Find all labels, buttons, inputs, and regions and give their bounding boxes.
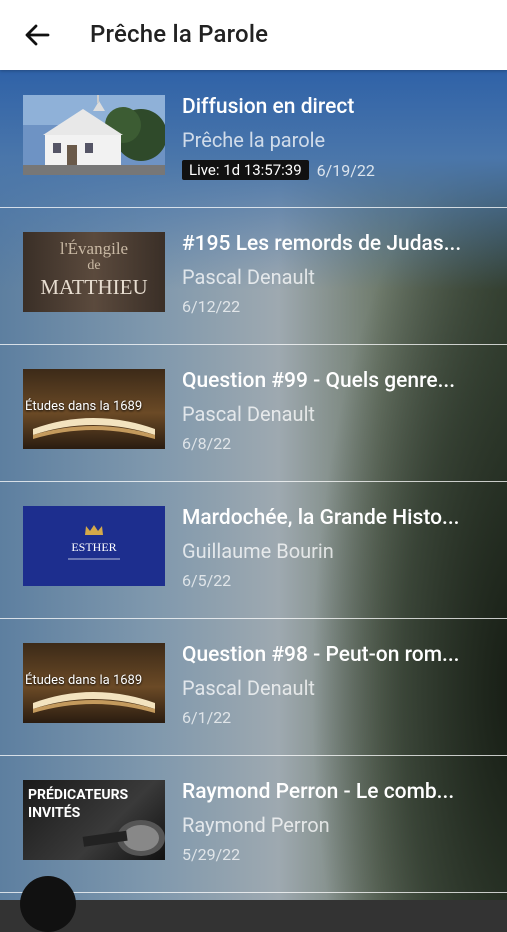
item-date: 6/8/22 (182, 434, 232, 453)
item-date: 6/12/22 (182, 297, 241, 316)
list-item[interactable]: Études dans la 1689 Question #98 - Peut-… (0, 619, 507, 756)
thumb-text: Études dans la 1689 (25, 673, 143, 688)
item-subtitle: Pascal Denault (182, 676, 315, 700)
back-button[interactable] (22, 20, 52, 50)
item-subtitle: Pascal Denault (182, 402, 315, 426)
thumbnail-matthieu: l'Évangile de MATTHIEU (23, 232, 165, 312)
item-title: Question #98 - Peut-on rom... (182, 643, 460, 667)
item-meta: Live: 1d 13:57:39 6/19/22 (182, 160, 375, 180)
thumb-text: l'Évangile (59, 239, 129, 258)
item-subtitle: Prêche la parole (182, 128, 326, 152)
item-title: #195 Les remords de Judas... (182, 232, 462, 256)
thumb-text: Études dans la 1689 (25, 399, 143, 414)
thumbnail-church (23, 95, 165, 175)
item-subtitle: Guillaume Bourin (182, 539, 334, 563)
item-subtitle: Pascal Denault (182, 265, 315, 289)
item-title: Raymond Perron - Le comb... (182, 780, 455, 804)
item-title: Mardochée, la Grande Histo... (182, 506, 460, 530)
list-item[interactable]: PRÉDICATEURS INVITÉS Raymond Perron - Le… (0, 756, 507, 893)
item-date: 6/1/22 (182, 708, 232, 727)
list-item[interactable]: Diffusion en direct Prêche la parole Liv… (0, 71, 507, 208)
thumb-text: INVITÉS (28, 805, 81, 821)
thumb-subline (68, 558, 120, 560)
list-item[interactable]: Études dans la 1689 Question #99 - Quels… (0, 345, 507, 482)
thumb-text: MATTHIEU (40, 275, 148, 299)
app-header: Prêche la Parole (0, 0, 507, 70)
sermon-list: Diffusion en direct Prêche la parole Liv… (0, 71, 507, 893)
thumb-text: PRÉDICATEURS (28, 787, 129, 803)
thumbnail-bible: Études dans la 1689 (23, 643, 165, 723)
live-badge: Live: 1d 13:57:39 (182, 160, 309, 180)
item-date: 5/29/22 (182, 845, 241, 864)
item-title: Diffusion en direct (182, 95, 355, 119)
list-item[interactable]: ESTHER Mardochée, la Grande Histo... Gui… (0, 482, 507, 619)
list-item[interactable]: l'Évangile de MATTHIEU #195 Les remords … (0, 208, 507, 345)
item-date: 6/5/22 (182, 571, 232, 590)
item-title: Question #99 - Quels genre... (182, 369, 456, 393)
page-title: Prêche la Parole (90, 20, 269, 48)
floating-action-button[interactable] (20, 876, 76, 932)
thumb-text: de (87, 258, 101, 273)
thumbnail-esther: ESTHER (23, 506, 165, 586)
arrow-left-icon (25, 24, 50, 46)
crown-icon (85, 525, 103, 535)
thumbnail-guest-preachers: PRÉDICATEURS INVITÉS (23, 780, 165, 860)
item-date: 6/19/22 (316, 160, 375, 180)
thumb-text: ESTHER (71, 540, 117, 554)
item-subtitle: Raymond Perron (182, 813, 330, 837)
thumbnail-bible: Études dans la 1689 (23, 369, 165, 449)
